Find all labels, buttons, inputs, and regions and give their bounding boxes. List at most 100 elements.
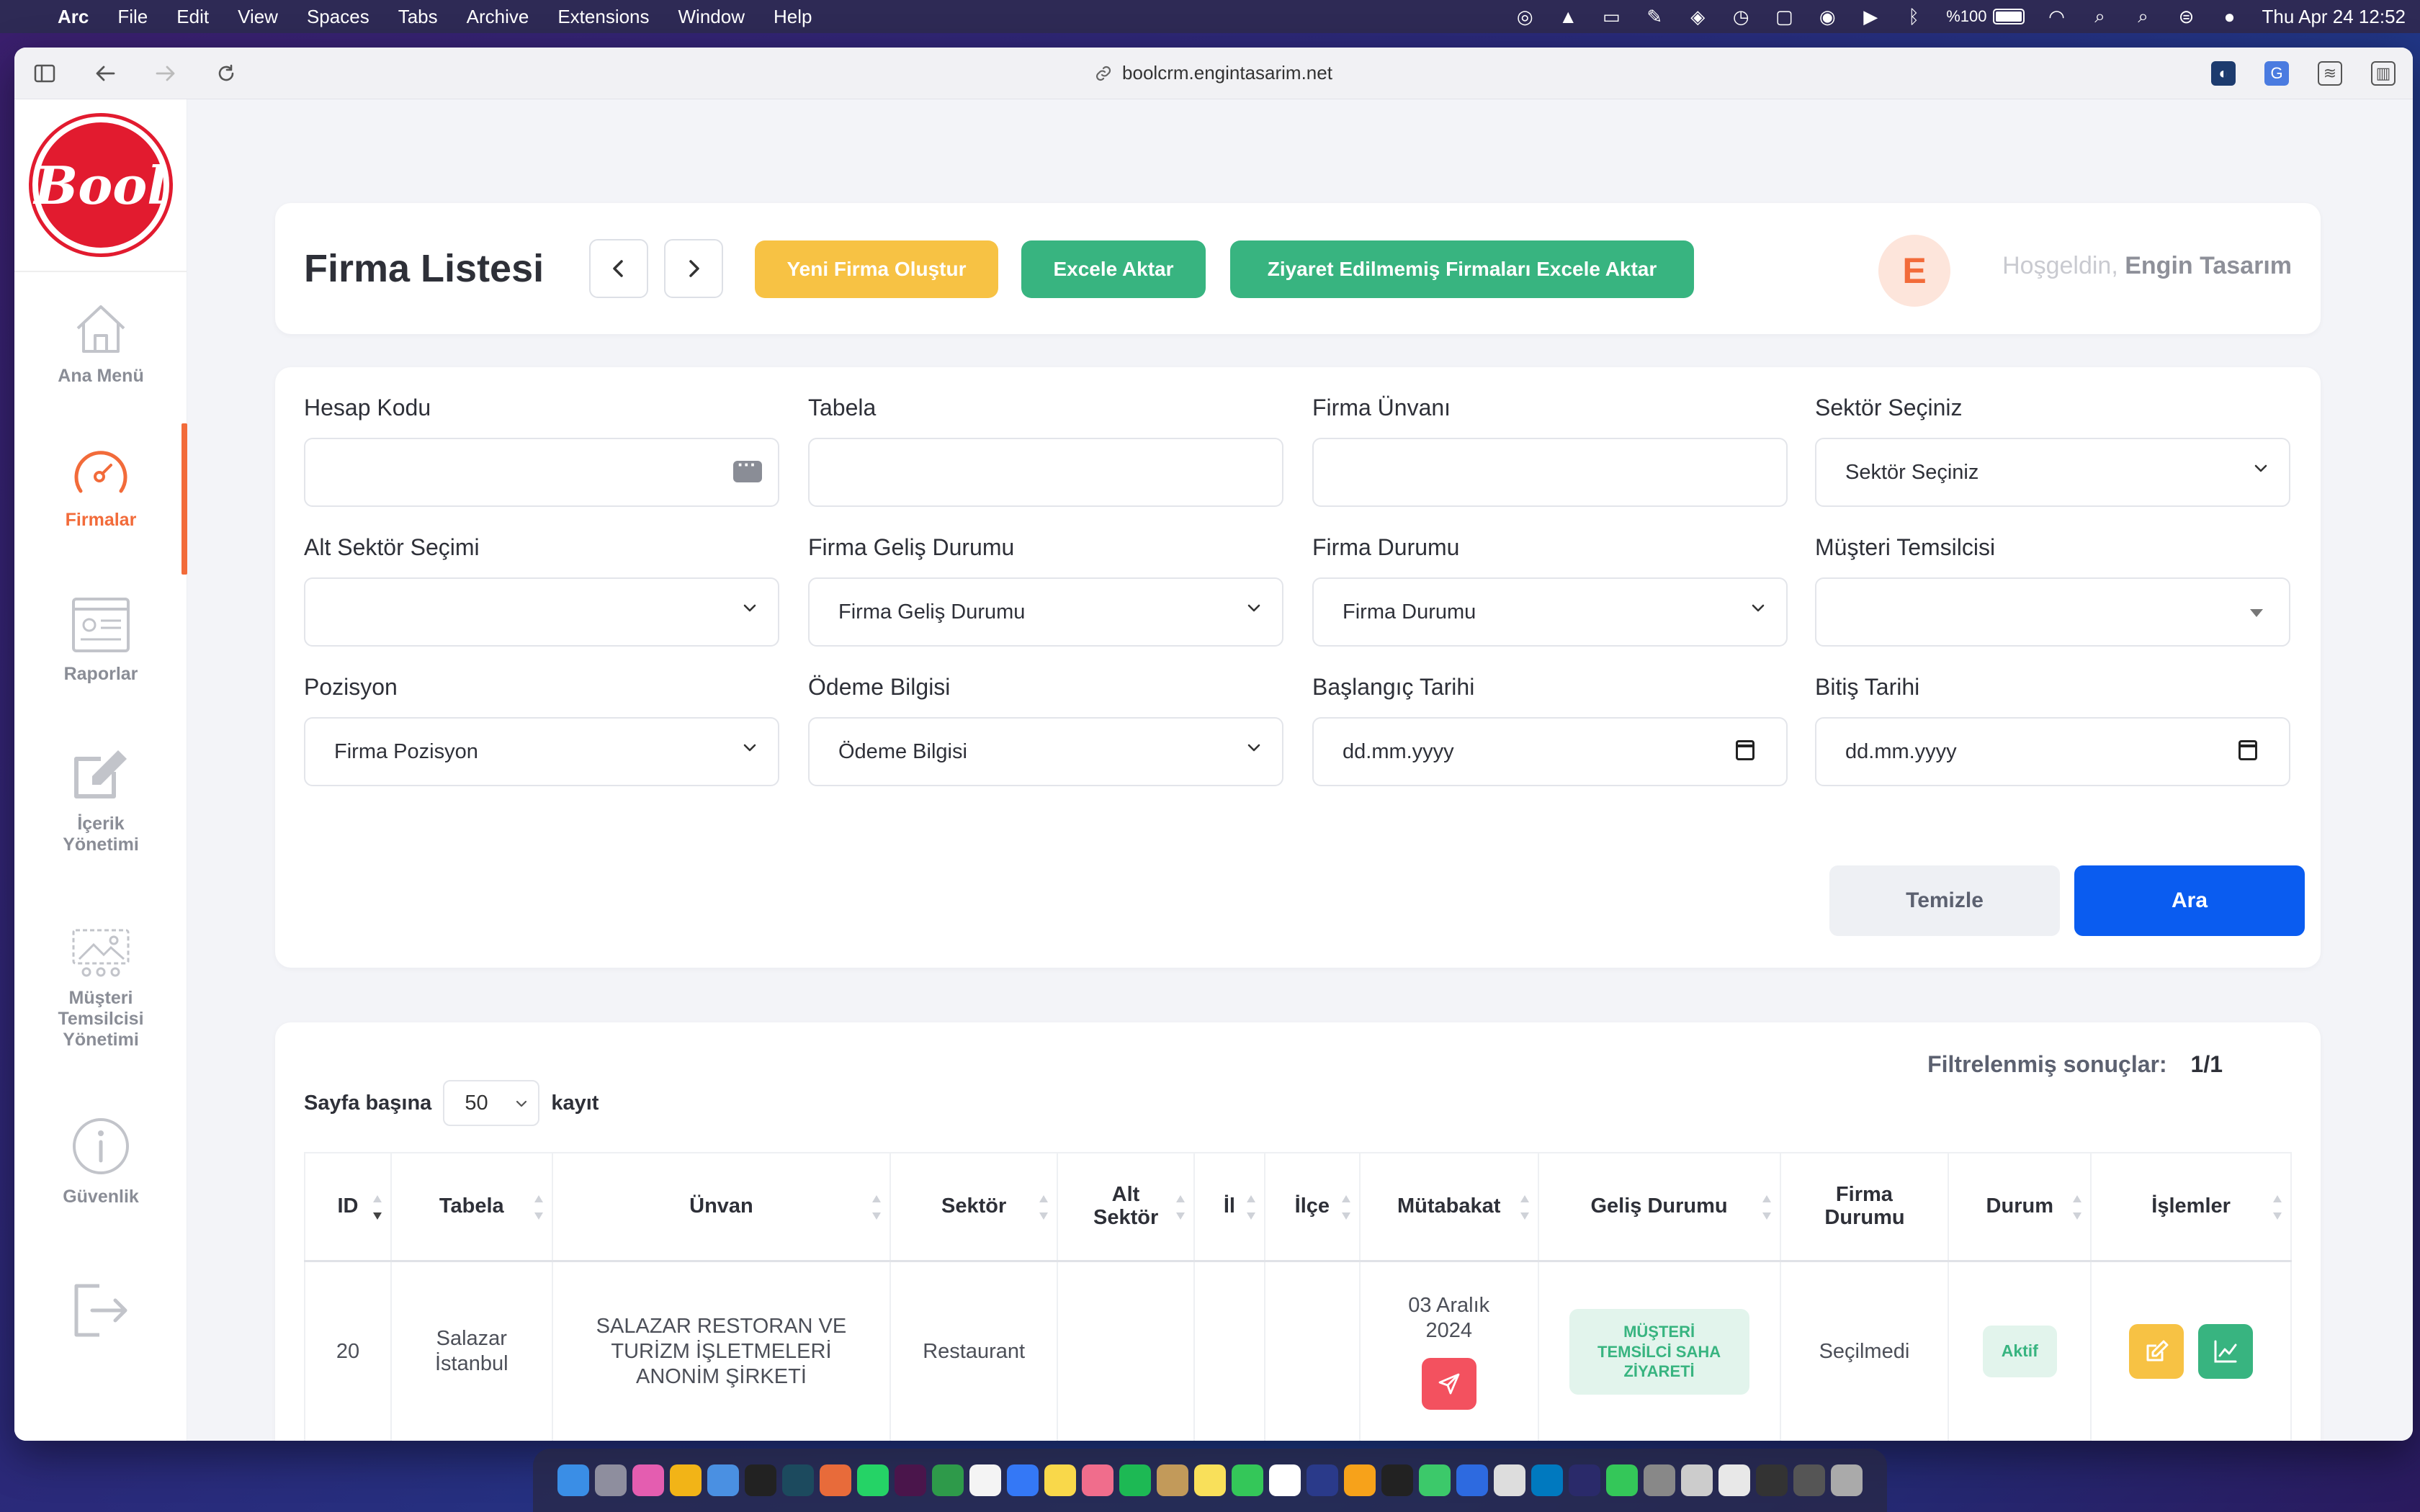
sidebar-item-guvenlik[interactable]: Güvenlik	[14, 1116, 187, 1207]
col-alt-sektor[interactable]: Alt Sektör	[1057, 1152, 1195, 1262]
numbers-icon[interactable]	[1419, 1464, 1451, 1496]
sidebar-toggle-icon[interactable]	[32, 60, 58, 86]
notes-icon[interactable]	[1044, 1464, 1076, 1496]
menu-window[interactable]: Window	[678, 6, 745, 28]
autofill-icon[interactable]	[733, 454, 762, 482]
menu-file[interactable]: File	[117, 6, 148, 28]
sublime-icon[interactable]	[1344, 1464, 1376, 1496]
tools-tray-icon[interactable]: ✎	[1644, 6, 1665, 27]
trello-icon[interactable]	[1531, 1464, 1563, 1496]
sidebar-item-musteri-temsilcisi-yonetimi[interactable]: Müşteri Temsilcisi Yönetimi	[14, 927, 187, 1050]
back-icon[interactable]	[92, 60, 118, 86]
siri-icon[interactable]: ●	[2219, 6, 2241, 27]
col-firma-durumu[interactable]: Firma Durumu	[1779, 1152, 1950, 1262]
claude-icon[interactable]	[820, 1464, 851, 1496]
menubar-clock[interactable]: Thu Apr 24 12:52	[2262, 6, 2406, 28]
sidebar-item-icerik-yonetimi[interactable]: İçerik Yönetimi	[14, 746, 187, 855]
col-id[interactable]: ID	[304, 1152, 392, 1262]
control-center-icon[interactable]: ⊜	[2176, 6, 2197, 27]
col-durum[interactable]: Durum	[1948, 1152, 2092, 1262]
menu-arc[interactable]: Arc	[58, 6, 89, 28]
app-icon[interactable]	[1793, 1464, 1825, 1496]
search-button[interactable]: Ara	[2074, 865, 2305, 936]
mail-icon[interactable]	[707, 1464, 739, 1496]
stats-button[interactable]	[2198, 1324, 2254, 1380]
user-avatar[interactable]: E	[1878, 235, 1950, 307]
export-unvisited-excel-button[interactable]: Ziyaret Edilmemiş Firmaları Excele Aktar	[1230, 240, 1694, 298]
maps-icon[interactable]	[1007, 1464, 1039, 1496]
app-icon[interactable]	[969, 1464, 1001, 1496]
next-page-button[interactable]	[664, 239, 723, 298]
whatsapp-icon[interactable]	[857, 1464, 889, 1496]
wifi-icon[interactable]: ◠	[2046, 6, 2068, 27]
settings-icon[interactable]	[1644, 1464, 1675, 1496]
app-icon[interactable]	[782, 1464, 814, 1496]
arc-icon[interactable]	[632, 1464, 664, 1496]
spotify-icon[interactable]	[1119, 1464, 1151, 1496]
gelis-durumu-select[interactable]: Firma Geliş Durumu	[808, 577, 1283, 647]
menu-spaces[interactable]: Spaces	[307, 6, 369, 28]
odeme-select[interactable]: Ödeme Bilgisi	[808, 717, 1283, 786]
airdrop-tray-icon[interactable]: ◉	[1816, 6, 1838, 27]
menu-extensions[interactable]: Extensions	[557, 6, 649, 28]
messages-icon[interactable]	[1232, 1464, 1263, 1496]
menu-edit[interactable]: Edit	[176, 6, 209, 28]
prev-page-button[interactable]	[589, 239, 648, 298]
col-unvan[interactable]: Ünvan	[551, 1152, 892, 1262]
menu-view[interactable]: View	[238, 6, 278, 28]
alt-sektor-select[interactable]	[304, 577, 779, 647]
baslangic-date-input[interactable]: dd.mm.yyyy	[1312, 717, 1788, 786]
col-tabela[interactable]: Tabela	[390, 1152, 553, 1262]
facetime-icon[interactable]	[1606, 1464, 1638, 1496]
stickies-icon[interactable]	[1194, 1464, 1226, 1496]
tabela-input[interactable]	[808, 438, 1283, 507]
col-islemler[interactable]: İşlemler	[2090, 1152, 2292, 1262]
app-icon[interactable]	[1569, 1464, 1600, 1496]
col-gelis-durumu[interactable]: Geliş Durumu	[1537, 1152, 1781, 1262]
chatgpt-icon[interactable]	[745, 1464, 776, 1496]
hesap-kodu-input[interactable]	[304, 438, 779, 507]
drive-tray-icon[interactable]: ▲	[1557, 6, 1579, 27]
export-excel-button[interactable]: Excele Aktar	[1021, 240, 1206, 298]
new-firm-button[interactable]: Yeni Firma Oluştur	[755, 240, 998, 298]
calendar-icon[interactable]	[1269, 1464, 1301, 1496]
terminal-icon[interactable]	[1756, 1464, 1788, 1496]
col-sektor[interactable]: Sektör	[889, 1152, 1059, 1262]
battery-indicator[interactable]: %100	[1946, 7, 2025, 26]
reload-icon[interactable]	[213, 60, 239, 86]
col-mutabakat[interactable]: Mütabakat	[1358, 1152, 1539, 1262]
search-icon[interactable]: ⌕	[2089, 5, 2111, 27]
bluetooth-icon[interactable]: ᛒ	[1903, 6, 1924, 27]
address-bar[interactable]: boolcrm.engintasarim.net	[1095, 62, 1332, 84]
sidebar-item-raporlar[interactable]: Raporlar	[14, 596, 187, 685]
play-tray-icon[interactable]: ▶	[1860, 6, 1881, 27]
screen-tray-icon[interactable]: ▢	[1773, 6, 1795, 27]
firma-unvani-input[interactable]	[1312, 438, 1788, 507]
bitis-date-input[interactable]: dd.mm.yyyy	[1815, 717, 2290, 786]
clear-button[interactable]: Temizle	[1829, 865, 2060, 936]
split-view-icon[interactable]: ▥	[2371, 60, 2396, 86]
pozisyon-select[interactable]: Firma Pozisyon	[304, 717, 779, 786]
photos-icon[interactable]	[1082, 1464, 1113, 1496]
app-icon[interactable]	[932, 1464, 964, 1496]
send-mutabakat-button[interactable]	[1421, 1358, 1476, 1410]
dia-icon[interactable]	[1307, 1464, 1338, 1496]
menu-help[interactable]: Help	[774, 6, 812, 28]
sektor-select[interactable]: Sektör Seçiniz	[1815, 438, 2290, 507]
calendar-icon[interactable]	[1736, 740, 1754, 760]
documents-icon[interactable]	[1718, 1464, 1750, 1496]
forward-icon[interactable]	[153, 60, 179, 86]
firma-durumu-select[interactable]: Firma Durumu	[1312, 577, 1788, 647]
col-ilce[interactable]: İlçe	[1263, 1152, 1361, 1262]
slack-icon[interactable]	[895, 1464, 926, 1496]
trash-icon[interactable]	[1831, 1464, 1863, 1496]
chatgpt-tray-icon[interactable]: ◎	[1514, 6, 1536, 27]
col-il[interactable]: İl	[1193, 1152, 1265, 1262]
extension-icon[interactable]: ◐	[2211, 60, 2236, 86]
bool-logo[interactable]: Bool	[32, 117, 169, 253]
app-icon[interactable]	[1456, 1464, 1488, 1496]
app-icon[interactable]	[1494, 1464, 1525, 1496]
translate-icon[interactable]: G	[2264, 60, 2289, 86]
temsilci-select[interactable]	[1815, 577, 2290, 647]
table-row[interactable]: 20 Salazar İstanbul SALAZAR RESTORAN VE …	[304, 1260, 2292, 1441]
